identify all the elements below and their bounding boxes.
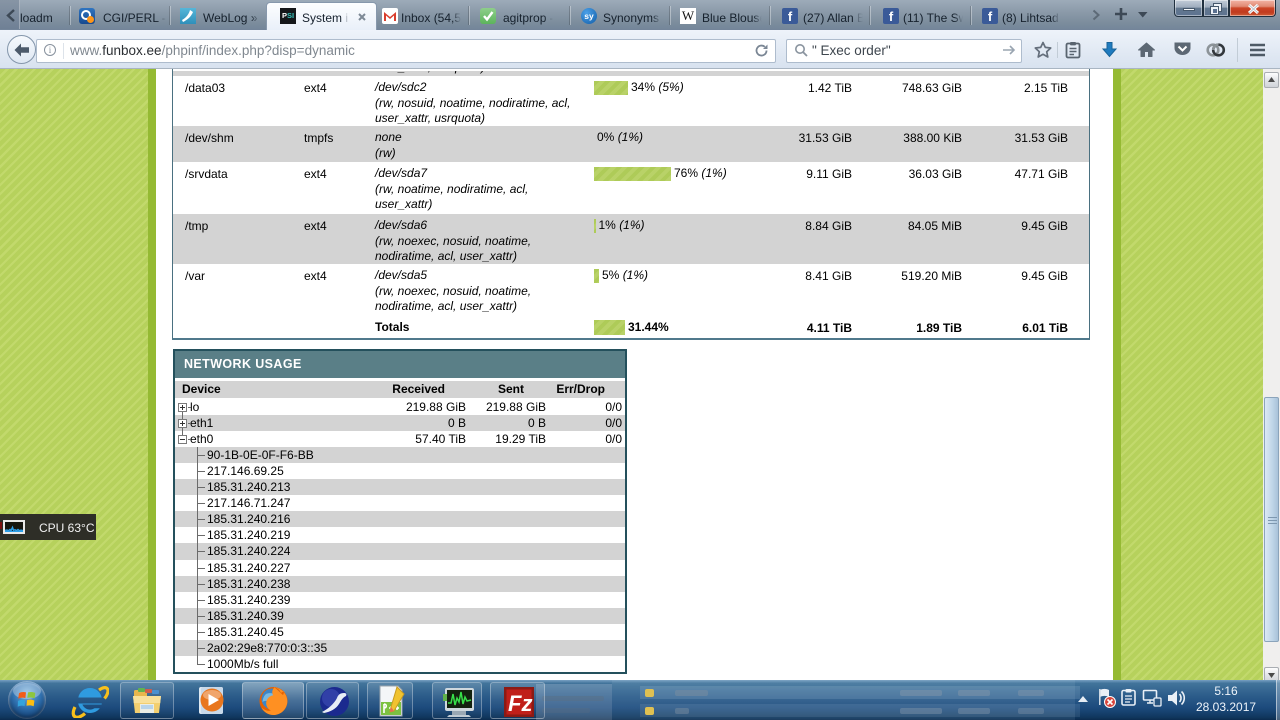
svg-text:Fz: Fz	[508, 691, 532, 716]
